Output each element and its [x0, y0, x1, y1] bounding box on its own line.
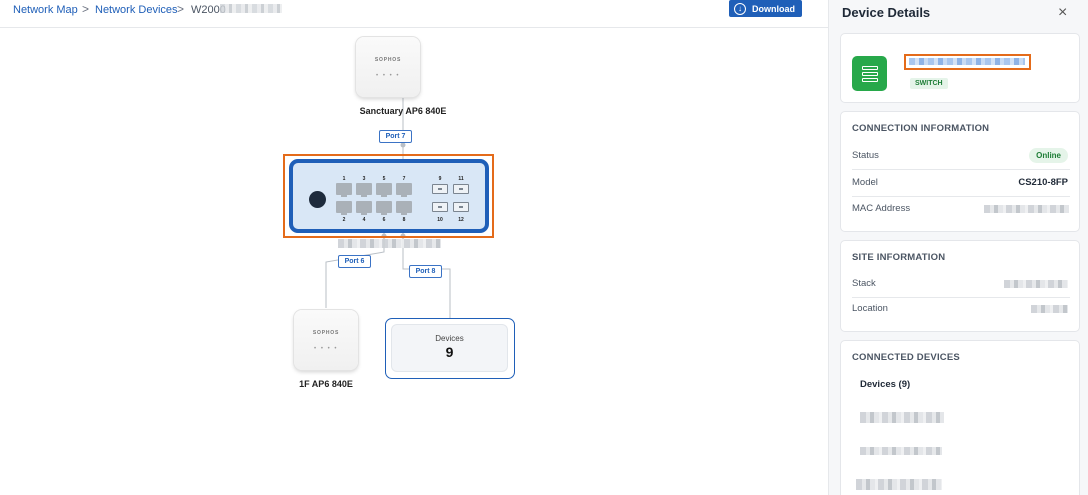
network-map-canvas[interactable]: SOPHOS • • • • Sanctuary AP6 840E Port 7…	[0, 28, 828, 495]
topology-links	[325, 98, 451, 318]
switch-port-number: 9	[438, 176, 442, 182]
switch-port-number: 3	[362, 176, 366, 182]
switch-sfp-port-9[interactable]	[432, 184, 448, 194]
switch-port-number: 5	[382, 176, 386, 182]
switch-port-number: 7	[402, 176, 406, 182]
row-divider	[852, 297, 1070, 298]
top-bar: Network Map > Network Devices > W2000 ↓ …	[0, 0, 828, 28]
switch-port-6[interactable]	[376, 201, 392, 215]
ap-brand-logo: SOPHOS	[374, 57, 402, 63]
device-name-redacted[interactable]	[904, 54, 1031, 70]
connected-devices-node[interactable]: Devices 9	[385, 318, 515, 379]
switch-port-2[interactable]	[336, 201, 352, 215]
access-point-1f[interactable]: SOPHOS • • • •	[294, 310, 358, 370]
switch-port-1[interactable]	[336, 183, 352, 197]
stack-label: Stack	[852, 278, 876, 289]
switch-port-number: 4	[362, 217, 366, 223]
switch-port-number: 1	[342, 176, 346, 182]
model-value: CS210-8FP	[1018, 177, 1068, 188]
switch-port-number: 10	[437, 217, 443, 223]
port-tag-uplink[interactable]: Port 7	[379, 130, 412, 143]
device-type-badge: SWITCH	[910, 78, 948, 89]
connection-information-card: CONNECTION INFORMATION Status Online Mod…	[840, 111, 1080, 232]
row-divider	[852, 196, 1070, 197]
switch-name-redacted	[338, 239, 441, 248]
model-label: Model	[852, 177, 878, 188]
devices-node-title: Devices	[435, 334, 464, 343]
device-details-panel: Device Details × SWITCH CONNECTION INFOR…	[828, 0, 1088, 495]
access-point-sanctuary[interactable]: SOPHOS • • • •	[356, 37, 420, 97]
switch-icon	[852, 56, 887, 91]
ap-brand-logo: SOPHOS	[312, 330, 340, 336]
switch-port-number: 6	[382, 217, 386, 223]
switch-port-number: 2	[342, 217, 346, 223]
switch-port-number: 8	[402, 217, 406, 223]
ap-status-leds: • • • •	[376, 73, 400, 79]
panel-title: Device Details	[842, 5, 931, 20]
switch-port-4[interactable]	[356, 201, 372, 215]
breadcrumb-network-devices[interactable]: Network Devices	[95, 3, 178, 17]
switch-port-number: 11	[458, 176, 464, 182]
status-badge: Online	[1029, 148, 1068, 163]
switch-port-number: 12	[458, 217, 464, 223]
switch-sfp-port-12[interactable]	[453, 202, 469, 212]
connected-device-item[interactable]	[860, 412, 944, 423]
breadcrumb-separator: >	[177, 2, 185, 16]
device-header-card: SWITCH	[840, 33, 1080, 103]
breadcrumb-redacted-serial	[220, 4, 282, 13]
row-divider	[852, 169, 1070, 170]
download-icon: ↓	[734, 2, 746, 15]
switch-sfp-port-10[interactable]	[432, 202, 448, 212]
devices-node-body: Devices 9	[392, 325, 507, 371]
location-value-redacted	[1031, 305, 1068, 313]
download-label: Download	[752, 3, 795, 14]
mac-address-label: MAC Address	[852, 203, 911, 214]
mac-address-redacted	[984, 205, 1069, 213]
port-tag-right[interactable]: Port 8	[409, 265, 442, 278]
connected-device-item[interactable]	[860, 447, 942, 455]
location-label: Location	[852, 303, 888, 314]
download-button[interactable]: ↓ Download	[729, 0, 802, 17]
close-icon[interactable]: ×	[1058, 4, 1067, 22]
site-section-title: SITE INFORMATION	[852, 252, 946, 263]
switch-node[interactable]: 1 3 5 7 2 4 6 8 9 11 10 12	[289, 159, 489, 233]
connected-section-title: CONNECTED DEVICES	[852, 352, 960, 363]
device-label-sanctuary: Sanctuary AP6 840E	[359, 106, 447, 116]
breadcrumb-network-map[interactable]: Network Map	[13, 3, 78, 17]
status-label: Status	[852, 150, 879, 161]
switch-port-5[interactable]	[376, 183, 392, 197]
ap-status-leds: • • • •	[314, 346, 338, 352]
stack-value-redacted	[1004, 280, 1068, 288]
connected-devices-subtitle: Devices (9)	[860, 379, 911, 390]
breadcrumb-separator: >	[82, 2, 90, 16]
connected-device-item[interactable]	[856, 479, 942, 490]
connection-section-title: CONNECTION INFORMATION	[852, 123, 990, 134]
switch-port-8[interactable]	[396, 201, 412, 215]
switch-port-7[interactable]	[396, 183, 412, 197]
switch-port-3[interactable]	[356, 183, 372, 197]
switch-sfp-port-11[interactable]	[453, 184, 469, 194]
port-tag-left[interactable]: Port 6	[338, 255, 371, 268]
devices-node-count: 9	[445, 344, 454, 360]
connected-devices-card: CONNECTED DEVICES Devices (9)	[840, 340, 1080, 495]
site-information-card: SITE INFORMATION Stack Location	[840, 240, 1080, 332]
device-label-1f: 1F AP6 840E	[299, 379, 353, 389]
switch-status-led	[309, 191, 326, 208]
link-joint	[400, 142, 406, 148]
